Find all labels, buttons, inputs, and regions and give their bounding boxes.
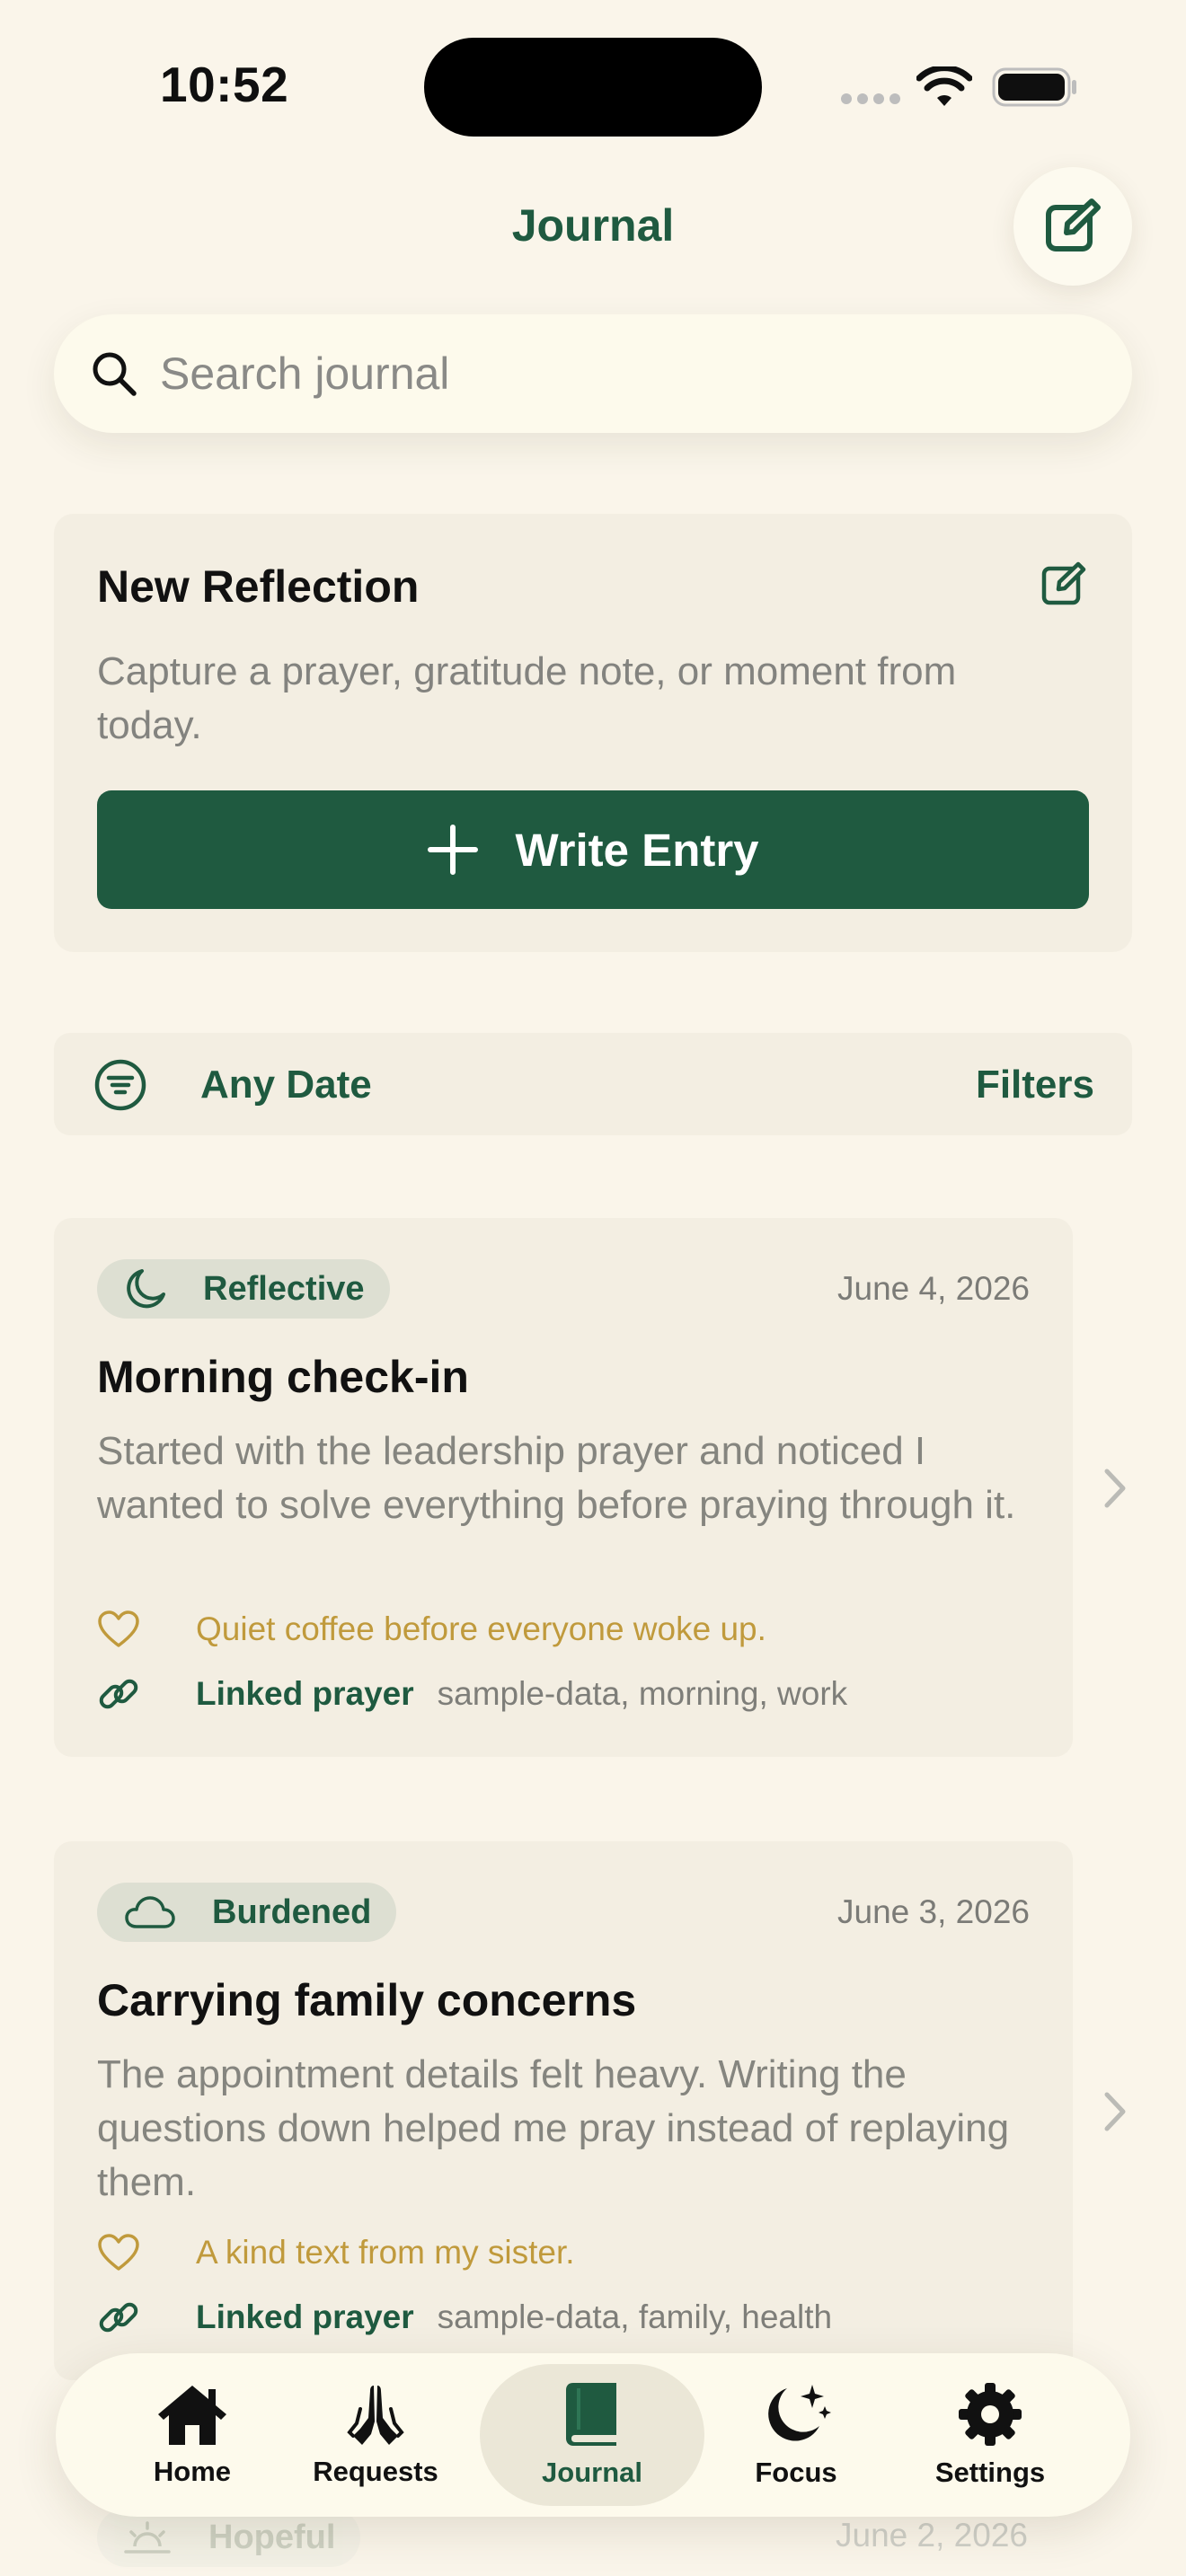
tab-label: Journal [542, 2457, 642, 2488]
linked-prayer-label: Linked prayer [196, 2298, 414, 2335]
compose-icon [1046, 198, 1102, 251]
mood-badge: Burdened [97, 1883, 397, 1942]
linked-prayer-row: Linked prayer sample-data, family, healt… [97, 2296, 832, 2339]
journal-entry-card[interactable]: Reflective June 4, 2026 Morning check-in… [54, 1218, 1073, 1757]
search-input[interactable] [160, 348, 1058, 400]
tab-label: Requests [313, 2456, 438, 2487]
filter-icon[interactable] [93, 1058, 147, 1112]
moon-icon [127, 1269, 165, 1309]
house-icon [158, 2386, 226, 2445]
compose-button[interactable] [1013, 167, 1132, 286]
search-icon [93, 352, 137, 396]
gear-icon [959, 2383, 1022, 2446]
journal-entry-card[interactable]: Burdened June 3, 2026 Carrying family co… [54, 1841, 1073, 2380]
moon-stars-icon [768, 2385, 831, 2441]
new-reflection-card: New Reflection Capture a prayer, gratitu… [54, 514, 1132, 952]
write-entry-button[interactable]: Write Entry [97, 790, 1089, 909]
new-reflection-title: New Reflection [97, 561, 420, 612]
entry-body: The appointment details felt heavy. Writ… [97, 2052, 1010, 2204]
entry-tags: sample-data, morning, work [437, 1675, 848, 1712]
link-icon [99, 2302, 138, 2333]
tab-label: Settings [934, 2457, 1046, 2488]
book-icon [566, 2383, 616, 2446]
tab-focus[interactable]: Focus [715, 2353, 877, 2517]
page-title: Journal [511, 200, 675, 251]
entry-date: June 2, 2026 [836, 2517, 1028, 2554]
chevron-right-icon[interactable] [1102, 2089, 1128, 2134]
tab-home[interactable]: Home [104, 2353, 280, 2517]
filters-button[interactable]: Filters [976, 1063, 1094, 1107]
heart-icon [98, 2234, 139, 2271]
gratitude-text: A kind text from my sister. [196, 2234, 575, 2271]
date-filter-button[interactable]: Any Date [200, 1063, 372, 1107]
plus-icon [428, 825, 479, 875]
tab-journal[interactable]: Journal [480, 2364, 704, 2506]
status-time: 10:52 [160, 57, 289, 112]
praying-hands-icon [347, 2386, 404, 2445]
sunrise-icon [124, 2521, 171, 2554]
cellular-signal-icon [841, 93, 900, 104]
gratitude-row: Quiet coffee before everyone woke up. [97, 1610, 766, 1649]
new-reflection-description: Capture a prayer, gratitude note, or mom… [97, 649, 957, 747]
compose-icon[interactable] [1040, 560, 1087, 607]
dynamic-island [424, 38, 762, 137]
mood-badge: Reflective [97, 1259, 390, 1319]
linked-prayer-row: Linked prayer sample-data, morning, work [97, 1672, 847, 1716]
mood-label: Hopeful [208, 2518, 336, 2556]
battery-icon [992, 67, 1076, 107]
entry-title: Carrying family concerns [97, 1975, 637, 2025]
entry-date: June 3, 2026 [837, 1893, 1030, 1930]
linked-prayer-label: Linked prayer [196, 1675, 414, 1712]
entry-body: Started with the leadership prayer and n… [97, 1429, 1016, 1527]
gratitude-row: A kind text from my sister. [97, 2233, 575, 2272]
tab-bar: Home Requests Journal Focus Settings [56, 2353, 1130, 2517]
entry-title: Morning check-in [97, 1352, 469, 1402]
heart-icon [98, 1610, 139, 1647]
link-icon [99, 1679, 138, 1709]
mood-label: Reflective [203, 1269, 365, 1308]
search-bar[interactable] [54, 314, 1132, 433]
chevron-right-icon[interactable] [1102, 1466, 1128, 1511]
mood-label: Burdened [212, 1892, 372, 1931]
entry-date: June 4, 2026 [837, 1270, 1030, 1307]
wifi-icon [916, 66, 972, 106]
filter-bar: Any Date Filters [54, 1033, 1132, 1135]
tab-settings[interactable]: Settings [895, 2353, 1085, 2517]
tab-requests[interactable]: Requests [284, 2353, 467, 2517]
tab-label: Focus [755, 2457, 837, 2488]
gratitude-text: Quiet coffee before everyone woke up. [196, 1610, 766, 1647]
cloud-icon [125, 1896, 175, 1928]
tab-label: Home [153, 2456, 232, 2487]
write-entry-label: Write Entry [515, 824, 759, 876]
entry-tags: sample-data, family, health [437, 2298, 833, 2335]
